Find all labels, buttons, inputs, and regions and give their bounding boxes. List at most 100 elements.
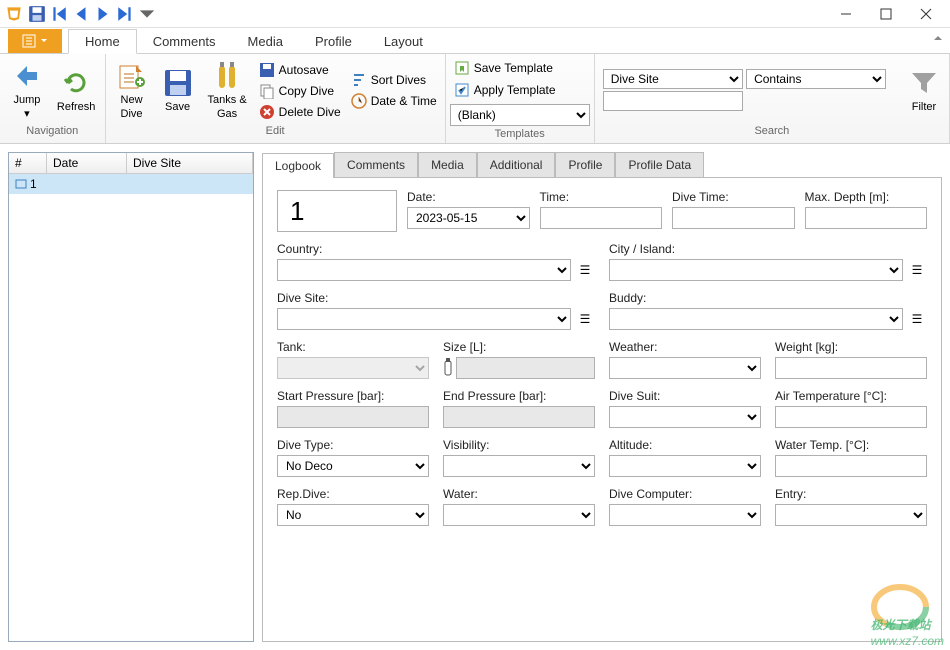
new-dive-button[interactable]: New Dive <box>110 58 154 122</box>
refresh-label: Refresh <box>57 101 96 114</box>
qat-dropdown-icon[interactable] <box>138 5 156 23</box>
dive-time-label: Dive Time: <box>672 190 795 204</box>
weight-field[interactable] <box>775 357 927 379</box>
grid-header: # Date Dive Site <box>9 153 253 174</box>
visibility-label: Visibility: <box>443 438 595 452</box>
time-field[interactable] <box>540 207 663 229</box>
tab-layout[interactable]: Layout <box>368 30 439 53</box>
city-field[interactable] <box>609 259 903 281</box>
search-input[interactable] <box>603 91 743 111</box>
tab-profile[interactable]: Profile <box>299 30 368 53</box>
list-icon[interactable]: ☰ <box>575 259 595 281</box>
dive-grid: # Date Dive Site 1 <box>8 152 254 642</box>
save-icon[interactable] <box>28 5 46 23</box>
file-menu-button[interactable] <box>8 29 62 53</box>
water-field[interactable] <box>443 504 595 526</box>
air-temp-label: Air Temperature [°C]: <box>775 389 927 403</box>
city-label: City / Island: <box>609 242 927 256</box>
save-template-button[interactable]: Save Template <box>450 58 557 78</box>
dive-suit-label: Dive Suit: <box>609 389 761 403</box>
save-label: Save <box>165 101 190 114</box>
water-label: Water: <box>443 487 595 501</box>
form-tab-additional[interactable]: Additional <box>477 152 556 177</box>
sort-dives-button[interactable]: Sort Dives <box>347 70 441 90</box>
air-temp-field[interactable] <box>775 406 927 428</box>
date-field[interactable]: 2023-05-15 <box>407 207 530 229</box>
form-body: 1 Date:2023-05-15 Time: Dive Time: Max. … <box>262 178 942 642</box>
size-label: Size [L]: <box>443 340 595 354</box>
tank-field[interactable] <box>277 357 429 379</box>
last-icon[interactable] <box>116 5 134 23</box>
main-content: # Date Dive Site 1 Logbook Comments Medi… <box>0 144 950 650</box>
form-tab-comments[interactable]: Comments <box>334 152 418 177</box>
buddy-label: Buddy: <box>609 291 927 305</box>
tab-home[interactable]: Home <box>68 29 137 54</box>
weather-field[interactable] <box>609 357 761 379</box>
tank-icon <box>443 358 453 379</box>
tab-media[interactable]: Media <box>232 30 299 53</box>
dive-suit-field[interactable] <box>609 406 761 428</box>
tank-label: Tank: <box>277 340 429 354</box>
rep-dive-label: Rep.Dive: <box>277 487 429 501</box>
end-pressure-field[interactable] <box>443 406 595 428</box>
search-field-select[interactable]: Dive Site <box>603 69 743 89</box>
water-temp-field[interactable] <box>775 455 927 477</box>
dive-computer-field[interactable] <box>609 504 761 526</box>
collapse-ribbon-icon[interactable] <box>932 32 944 47</box>
form-tab-profile-data[interactable]: Profile Data <box>615 152 704 177</box>
next-icon[interactable] <box>94 5 112 23</box>
prev-icon[interactable] <box>72 5 90 23</box>
new-dive-label: New Dive <box>121 94 143 120</box>
delete-dive-button[interactable]: Delete Dive <box>255 102 345 122</box>
refresh-button[interactable]: Refresh <box>52 65 101 116</box>
list-icon[interactable]: ☰ <box>575 308 595 330</box>
grid-col-num[interactable]: # <box>9 153 47 173</box>
form-tabs: Logbook Comments Media Additional Profil… <box>262 152 942 178</box>
grid-col-date[interactable]: Date <box>47 153 127 173</box>
minimize-button[interactable] <box>826 2 866 26</box>
grid-col-site[interactable]: Dive Site <box>127 153 253 173</box>
search-op-select[interactable]: Contains <box>746 69 886 89</box>
visibility-field[interactable] <box>443 455 595 477</box>
date-time-button[interactable]: Date & Time <box>347 91 441 111</box>
jump-button[interactable]: Jump ▾ <box>4 58 50 122</box>
filter-label: Filter <box>912 101 936 114</box>
dive-site-label: Dive Site: <box>277 291 595 305</box>
apply-template-button[interactable]: Apply Template <box>450 80 560 100</box>
tanks-gas-button[interactable]: Tanks & Gas <box>202 58 253 122</box>
dive-type-label: Dive Type: <box>277 438 429 452</box>
max-depth-field[interactable] <box>805 207 928 229</box>
dive-site-field[interactable] <box>277 308 571 330</box>
dive-type-field[interactable]: No Deco <box>277 455 429 477</box>
list-icon[interactable]: ☰ <box>907 259 927 281</box>
tab-comments[interactable]: Comments <box>137 30 232 53</box>
autosave-button[interactable]: Autosave <box>255 60 345 80</box>
form-tab-logbook[interactable]: Logbook <box>262 153 334 178</box>
form-tab-profile[interactable]: Profile <box>555 152 615 177</box>
start-pressure-field[interactable] <box>277 406 429 428</box>
entry-field[interactable] <box>775 504 927 526</box>
ribbon-group-templates: Save Template Apply Template (Blank) Tem… <box>446 54 595 143</box>
size-field[interactable] <box>456 357 595 379</box>
first-icon[interactable] <box>50 5 68 23</box>
save-button[interactable]: Save <box>156 65 200 116</box>
maximize-button[interactable] <box>866 2 906 26</box>
country-field[interactable] <box>277 259 571 281</box>
close-button[interactable] <box>906 2 946 26</box>
rep-dive-field[interactable]: No <box>277 504 429 526</box>
form-tab-media[interactable]: Media <box>418 152 477 177</box>
filter-button[interactable]: Filter <box>903 65 945 116</box>
template-select[interactable]: (Blank) <box>450 104 590 126</box>
jump-label: Jump <box>13 94 40 106</box>
weight-label: Weight [kg]: <box>775 340 927 354</box>
ribbon-group-label: Edit <box>108 125 443 141</box>
water-temp-label: Water Temp. [°C]: <box>775 438 927 452</box>
grid-row[interactable]: 1 <box>9 174 253 194</box>
copy-dive-button[interactable]: Copy Dive <box>255 81 345 101</box>
buddy-field[interactable] <box>609 308 903 330</box>
list-icon[interactable]: ☰ <box>907 308 927 330</box>
dive-time-field[interactable] <box>672 207 795 229</box>
altitude-field[interactable] <box>609 455 761 477</box>
ribbon-group-navigation: Jump ▾ Refresh Navigation <box>0 54 106 143</box>
ribbon-group-label: Templates <box>448 128 592 141</box>
